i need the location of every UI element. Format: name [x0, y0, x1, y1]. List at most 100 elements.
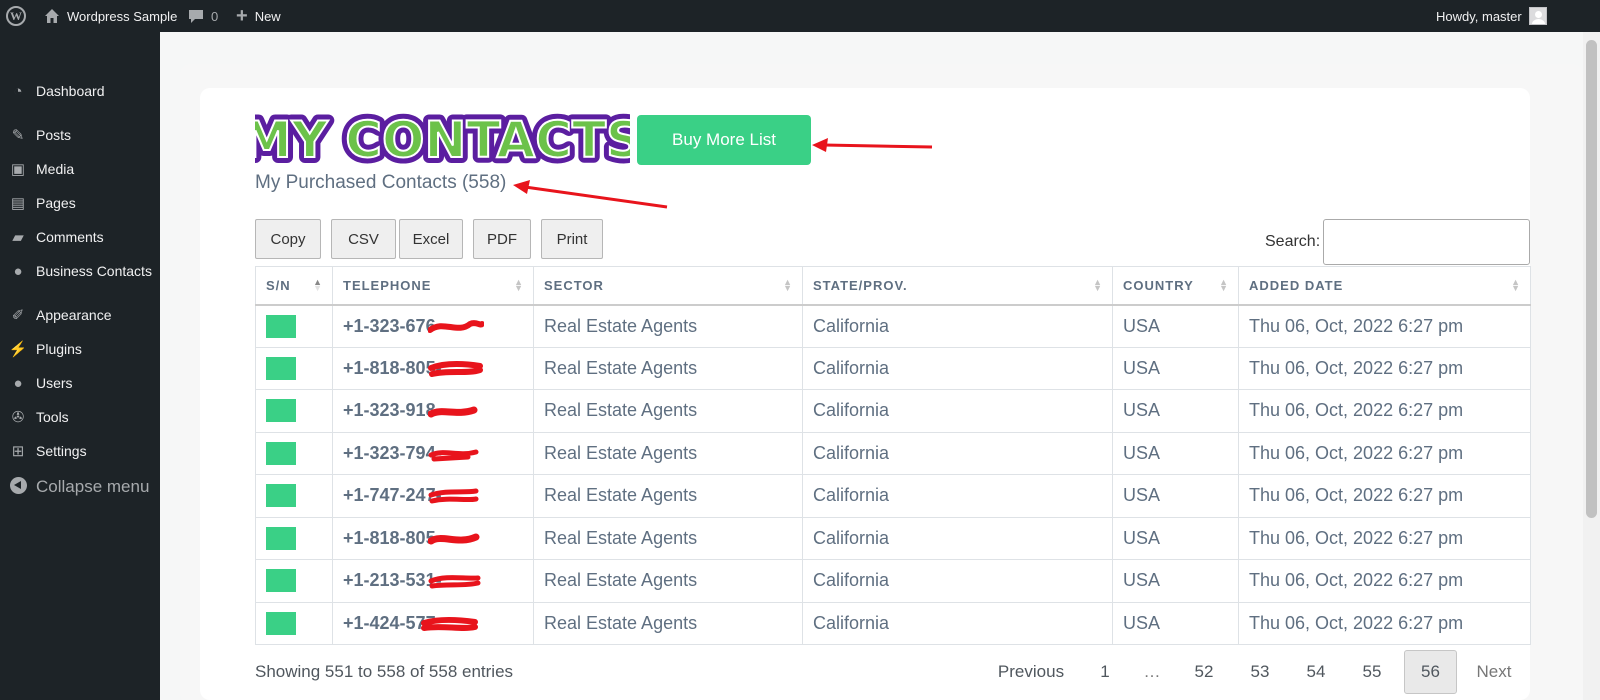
- redaction-scribble: [421, 616, 478, 631]
- telephone-cell: +1-213-531-: [332, 559, 534, 603]
- sn-color-box: [266, 526, 296, 550]
- country-cell: USA: [1112, 431, 1239, 475]
- wrench-icon: ✇: [11, 409, 25, 426]
- plus-icon: +: [236, 5, 248, 27]
- site-name-link[interactable]: Wordpress Sample: [44, 0, 177, 32]
- sidebar-item-settings[interactable]: ⊞ Settings: [0, 435, 160, 467]
- pagination-next[interactable]: Next: [1467, 650, 1521, 694]
- sn-cell: [255, 601, 333, 645]
- country-cell: USA: [1112, 304, 1239, 348]
- sidebar-item-label: Media: [36, 161, 75, 177]
- sidebar-item-comments[interactable]: ▰ Comments: [0, 221, 160, 253]
- sidebar-item-users[interactable]: ● Users: [0, 367, 160, 399]
- sidebar-item-appearance[interactable]: ✐ Appearance: [0, 299, 160, 331]
- new-label: New: [254, 8, 281, 24]
- contacts-table-wrapper: S/N ▲ ▼ TELEPHONE ▲ ▼ SECTOR ▲ ▼ STATE/PROV. ▲ ▼…: [255, 266, 1531, 645]
- excel-button[interactable]: Excel: [399, 219, 463, 259]
- buy-more-list-button[interactable]: Buy More List: [637, 115, 811, 165]
- added-date-cell: Thu 06, Oct, 2022 6:27 pm: [1238, 559, 1531, 603]
- collapse-menu-button[interactable]: Collapse menu: [0, 471, 160, 503]
- media-icon: ▣: [10, 161, 26, 178]
- wordpress-logo-icon[interactable]: W: [6, 0, 26, 32]
- sidebar-item-label: Dashboard: [36, 83, 105, 99]
- sn-color-box: [266, 356, 296, 380]
- pagination-previous[interactable]: Previous: [990, 650, 1072, 694]
- sidebar-item-plugins[interactable]: ⚡ Plugins: [0, 333, 160, 365]
- purchased-contacts-title: My Purchased Contacts (558): [255, 172, 507, 193]
- country-cell: USA: [1112, 389, 1239, 433]
- column-header-state[interactable]: STATE/PROV. ▲ ▼: [802, 266, 1113, 306]
- sector-cell: Real Estate Agents: [533, 431, 803, 475]
- column-header-added-date[interactable]: ADDED DATE ▲ ▼: [1238, 266, 1531, 306]
- comments-link[interactable]: 0: [188, 0, 218, 32]
- search-label: Search:: [1265, 233, 1321, 250]
- added-date-cell: Thu 06, Oct, 2022 6:27 pm: [1238, 389, 1531, 433]
- telephone-cell: +1-323-918-: [332, 389, 534, 433]
- sidebar-item-business-contacts[interactable]: ● Business Contacts: [0, 255, 160, 287]
- sector-cell: Real Estate Agents: [533, 304, 803, 348]
- sort-icon: ▲ ▼: [1093, 277, 1102, 293]
- plugin-icon: ⚡: [8, 341, 28, 358]
- csv-button[interactable]: CSV: [331, 219, 396, 259]
- added-date-cell: Thu 06, Oct, 2022 6:27 pm: [1238, 431, 1531, 475]
- sidebar-item-media[interactable]: ▣ Media: [0, 153, 160, 185]
- sort-asc-icon: ▲ ▼: [313, 277, 322, 293]
- pagination-page-52[interactable]: 52: [1182, 650, 1226, 694]
- sort-icon: ▲ ▼: [1511, 277, 1520, 293]
- my-contacts-logo: MY CONTACTS MY CONTACTS: [236, 105, 648, 175]
- table-row: +1-424-577 Real Estate Agents California…: [255, 601, 1531, 645]
- table-row: +1-323-918- Real Estate Agents Californi…: [255, 389, 1531, 433]
- column-header-sn[interactable]: S/N ▲ ▼: [255, 266, 333, 306]
- pin-icon: ✎: [11, 127, 25, 144]
- scrollbar-thumb[interactable]: [1586, 40, 1597, 518]
- sidebar-item-tools[interactable]: ✇ Tools: [0, 401, 160, 433]
- state-cell: California: [802, 431, 1113, 475]
- sn-cell: [255, 389, 333, 433]
- sn-cell: [255, 304, 333, 348]
- copy-button[interactable]: Copy: [255, 219, 321, 259]
- sidebar-item-label: Users: [36, 375, 73, 391]
- search-input[interactable]: [1323, 219, 1530, 265]
- sector-cell: Real Estate Agents: [533, 346, 803, 390]
- account-menu[interactable]: Howdy, master: [1436, 0, 1547, 32]
- contacts-table: S/N ▲ ▼ TELEPHONE ▲ ▼ SECTOR ▲ ▼ STATE/PROV. ▲ ▼…: [255, 266, 1531, 645]
- table-header-row: S/N ▲ ▼ TELEPHONE ▲ ▼ SECTOR ▲ ▼ STATE/PROV. ▲ ▼…: [255, 266, 1531, 306]
- avatar: [1528, 7, 1547, 25]
- column-header-country[interactable]: COUNTRY ▲ ▼: [1112, 266, 1239, 306]
- redaction-scribble: [428, 488, 479, 504]
- sn-color-box: [266, 314, 296, 338]
- pagination-page-55[interactable]: 55: [1350, 650, 1394, 694]
- state-cell: California: [802, 474, 1113, 518]
- added-date-cell: Thu 06, Oct, 2022 6:27 pm: [1238, 601, 1531, 645]
- table-info: Showing 551 to 558 of 558 entries: [255, 662, 514, 681]
- table-row: +1-213-531- Real Estate Agents Californi…: [255, 559, 1531, 603]
- sn-color-box: [266, 484, 296, 508]
- sidebar-item-label: Pages: [36, 195, 76, 211]
- sidebar-item-label: Settings: [36, 443, 87, 459]
- pagination-page-56[interactable]: 56: [1404, 650, 1457, 694]
- pagination-page-53[interactable]: 53: [1238, 650, 1282, 694]
- print-button[interactable]: Print: [541, 219, 603, 259]
- redaction-scribble: [428, 319, 484, 333]
- sidebar-item-dashboard[interactable]: ◔ Dashboard: [0, 75, 160, 107]
- page-scrollbar[interactable]: [1583, 32, 1600, 700]
- sort-icon: ▲ ▼: [1219, 277, 1228, 293]
- collapse-menu-label: Collapse menu: [36, 477, 150, 496]
- pdf-button[interactable]: PDF: [473, 219, 531, 259]
- pagination-page-1[interactable]: 1: [1091, 650, 1119, 694]
- sn-cell: [255, 474, 333, 518]
- sidebar-item-posts[interactable]: ✎ Posts: [0, 119, 160, 151]
- telephone-cell: +1-747-247-: [332, 474, 534, 518]
- sn-cell: [255, 346, 333, 390]
- greeting: Howdy, master: [1436, 8, 1522, 24]
- pagination-page-54[interactable]: 54: [1294, 650, 1338, 694]
- redaction-scribble: [428, 449, 479, 461]
- column-header-telephone[interactable]: TELEPHONE ▲ ▼: [332, 266, 534, 306]
- new-content-link[interactable]: + New: [236, 0, 281, 32]
- column-header-sector[interactable]: SECTOR ▲ ▼: [533, 266, 803, 306]
- sn-color-box: [266, 611, 296, 635]
- sort-icon: ▲ ▼: [514, 277, 523, 293]
- home-icon: [45, 9, 59, 23]
- sidebar-item-pages[interactable]: ▤ Pages: [0, 187, 160, 219]
- redaction-scribble: [428, 360, 483, 377]
